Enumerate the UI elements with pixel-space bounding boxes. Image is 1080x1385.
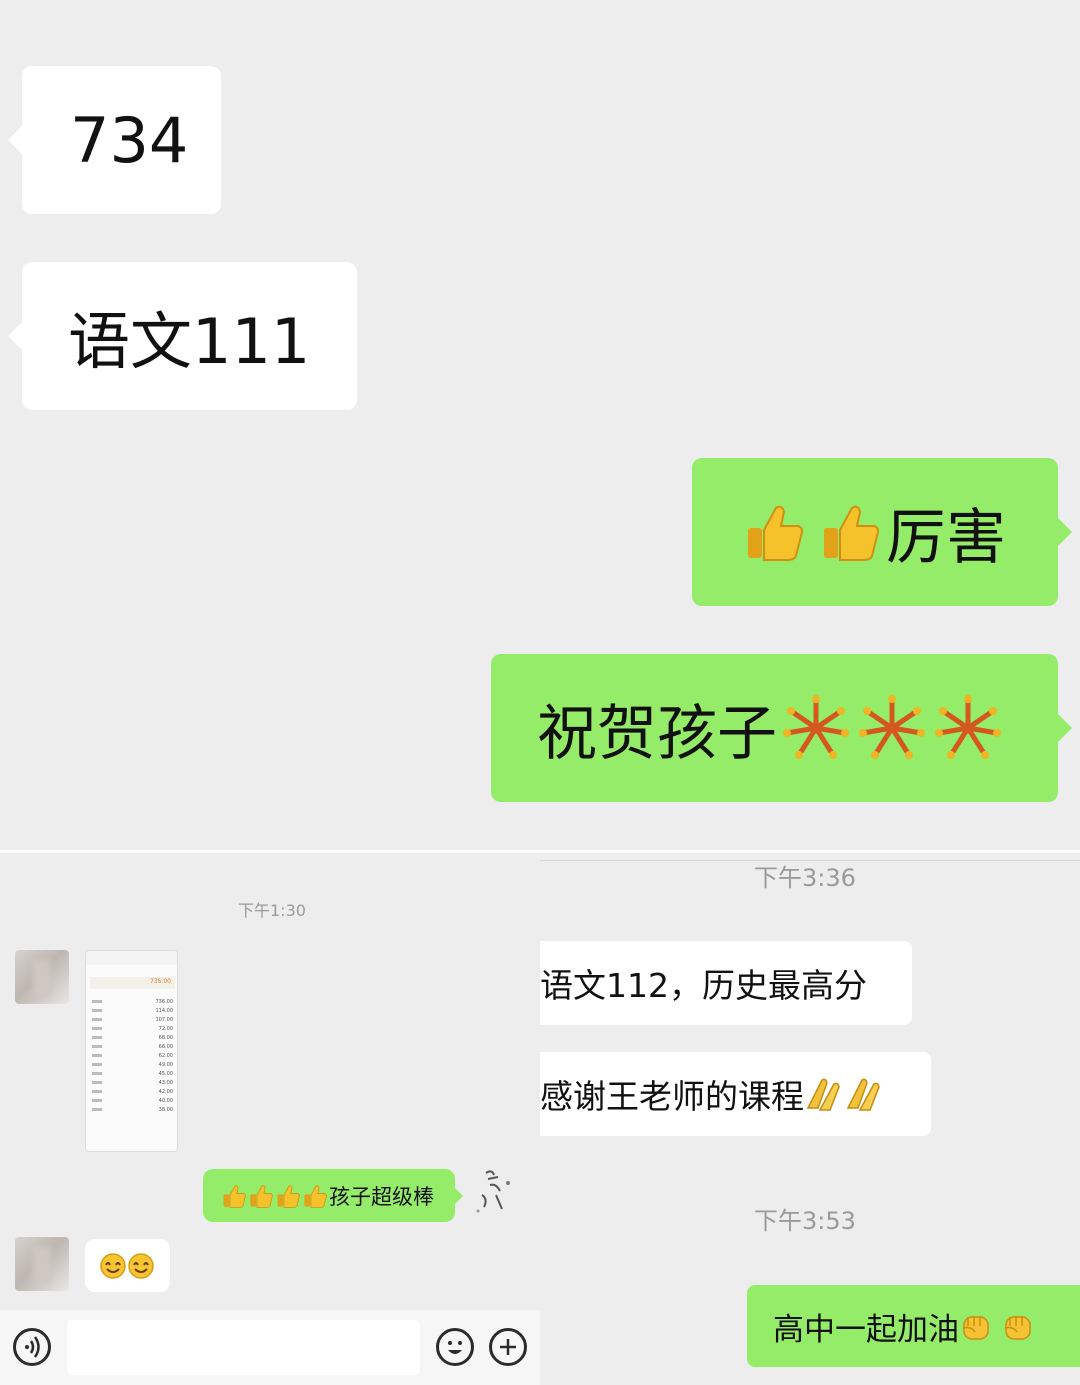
- thumbs-up-icon: [304, 1184, 327, 1208]
- image-score-row: 40.00: [92, 1096, 173, 1105]
- image-score-rows: 736.00 114.00 107.00 72.00 68.00 66.00 62.00 49…: [92, 997, 173, 1114]
- sent-message-bubble[interactable]: 孩子超级棒: [203, 1169, 463, 1222]
- image-score-row: 45.00: [92, 1069, 173, 1078]
- image-score-value: 68.00: [158, 1034, 173, 1041]
- image-score-label: [92, 1081, 102, 1084]
- image-score-value: 107.00: [155, 1016, 174, 1023]
- clapping-icon: [846, 1078, 880, 1111]
- image-score-label: [92, 1090, 102, 1093]
- image-score-row: 43.00: [92, 1078, 173, 1087]
- image-score-value: 40.00: [158, 1097, 173, 1104]
- image-score-row: 42.00: [92, 1087, 173, 1096]
- image-score-value: 62.00: [158, 1052, 173, 1059]
- image-header: [86, 951, 177, 965]
- image-score-label: [92, 1072, 102, 1075]
- image-score-row: 114.00: [92, 1006, 173, 1015]
- fist-icon: [962, 1316, 989, 1340]
- thumbs-up-icon: [223, 1184, 246, 1208]
- image-score-label: [92, 1000, 102, 1003]
- image-score-value: 43.00: [158, 1079, 173, 1086]
- thumbs-up-icon: [824, 505, 879, 561]
- image-score-label: [92, 1054, 102, 1057]
- emoji-icon[interactable]: [436, 1328, 474, 1366]
- message-text: 语文112，历史最高分: [540, 966, 867, 1005]
- voice-icon[interactable]: [13, 1328, 51, 1366]
- image-score-label: [92, 1027, 102, 1030]
- left-chat-panel: 下午1:30 735.00 736.00 114.00 107.00 72.00 68.…: [0, 853, 540, 1385]
- message-bubble-734[interactable]: 734: [8, 66, 221, 214]
- thumbs-up-icon: [277, 1184, 300, 1208]
- image-score-label: [92, 1009, 102, 1012]
- message-bubble-score[interactable]: 语文112，历史最高分: [540, 941, 912, 1025]
- timestamp: 下午3:53: [754, 1207, 856, 1235]
- fist-icon: [1004, 1316, 1031, 1340]
- image-score-row: 68.00: [92, 1033, 173, 1042]
- fireworks-icon: [935, 695, 1001, 759]
- message-text: 感谢王老师的课程: [540, 1077, 804, 1116]
- plus-icon[interactable]: [489, 1328, 527, 1366]
- image-score-value: 736.00: [155, 998, 174, 1005]
- message-text: 734: [70, 103, 189, 177]
- image-score-label: [92, 1063, 102, 1066]
- image-score-row: 72.00: [92, 1024, 173, 1033]
- message-text: 语文111: [68, 305, 311, 378]
- image-score-label: [92, 1036, 102, 1039]
- image-score-value: 38.00: [158, 1106, 173, 1113]
- thumbs-up-icon: [748, 505, 803, 561]
- timestamp: 下午3:36: [754, 864, 856, 892]
- image-summary-value: 735.00: [150, 978, 171, 985]
- message-text: 孩子超级棒: [329, 1184, 434, 1209]
- image-score-label: [92, 1018, 102, 1021]
- image-score-row: 66.00: [92, 1042, 173, 1051]
- image-score-label: [92, 1108, 102, 1111]
- image-score-row: 736.00: [92, 997, 173, 1006]
- image-message[interactable]: 735.00 736.00 114.00 107.00 72.00 68.00 66.00…: [85, 950, 178, 1152]
- image-score-value: 72.00: [158, 1025, 173, 1032]
- image-score-value: 114.00: [155, 1007, 174, 1014]
- thumbs-up-icon: [250, 1184, 273, 1208]
- input-bar: [0, 1310, 540, 1385]
- message-text: 厉害: [886, 502, 1006, 573]
- clapping-icon: [806, 1078, 840, 1111]
- sender-avatar-sketch: [468, 1165, 526, 1217]
- reply-bubble[interactable]: [85, 1239, 170, 1292]
- message-bubble-thanks[interactable]: 感谢王老师的课程: [540, 1052, 931, 1136]
- image-score-label: [92, 1045, 102, 1048]
- image-score-label: [92, 1099, 102, 1102]
- message-bubble-encourage[interactable]: 高中一起加油: [747, 1285, 1080, 1367]
- image-score-row: 107.00: [92, 1015, 173, 1024]
- smile-icon: [128, 1252, 154, 1279]
- image-score-row: 62.00: [92, 1051, 173, 1060]
- image-score-value: 42.00: [158, 1088, 173, 1095]
- thumbs-row: [221, 1183, 329, 1209]
- avatar[interactable]: [15, 1237, 69, 1291]
- image-score-value: 66.00: [158, 1043, 173, 1050]
- message-bubble-great[interactable]: 厉害: [692, 458, 1072, 606]
- avatar[interactable]: [15, 950, 69, 1004]
- message-bubble-congrats[interactable]: 祝贺孩子: [491, 654, 1072, 802]
- top-chat-panel: 734 语文111 厉害 祝贺孩子: [0, 0, 1080, 850]
- message-text: 高中一起加油: [773, 1311, 959, 1348]
- image-score-row: 38.00: [92, 1105, 173, 1114]
- message-text: 祝贺孩子: [537, 698, 777, 769]
- image-score-row: 49.00: [92, 1060, 173, 1069]
- smile-icon: [100, 1252, 126, 1279]
- image-score-value: 49.00: [158, 1061, 173, 1068]
- fireworks-icon: [859, 695, 925, 759]
- timestamp: 下午1:30: [238, 901, 306, 920]
- message-bubble-chinese-score[interactable]: 语文111: [8, 262, 357, 410]
- message-input[interactable]: [67, 1320, 420, 1375]
- right-chat-panel: 下午3:36 语文112，历史最高分 感谢王老师的课程 下午3:53 高中一起加…: [540, 853, 1080, 1385]
- fireworks-icon: [783, 695, 849, 759]
- image-score-value: 45.00: [158, 1070, 173, 1077]
